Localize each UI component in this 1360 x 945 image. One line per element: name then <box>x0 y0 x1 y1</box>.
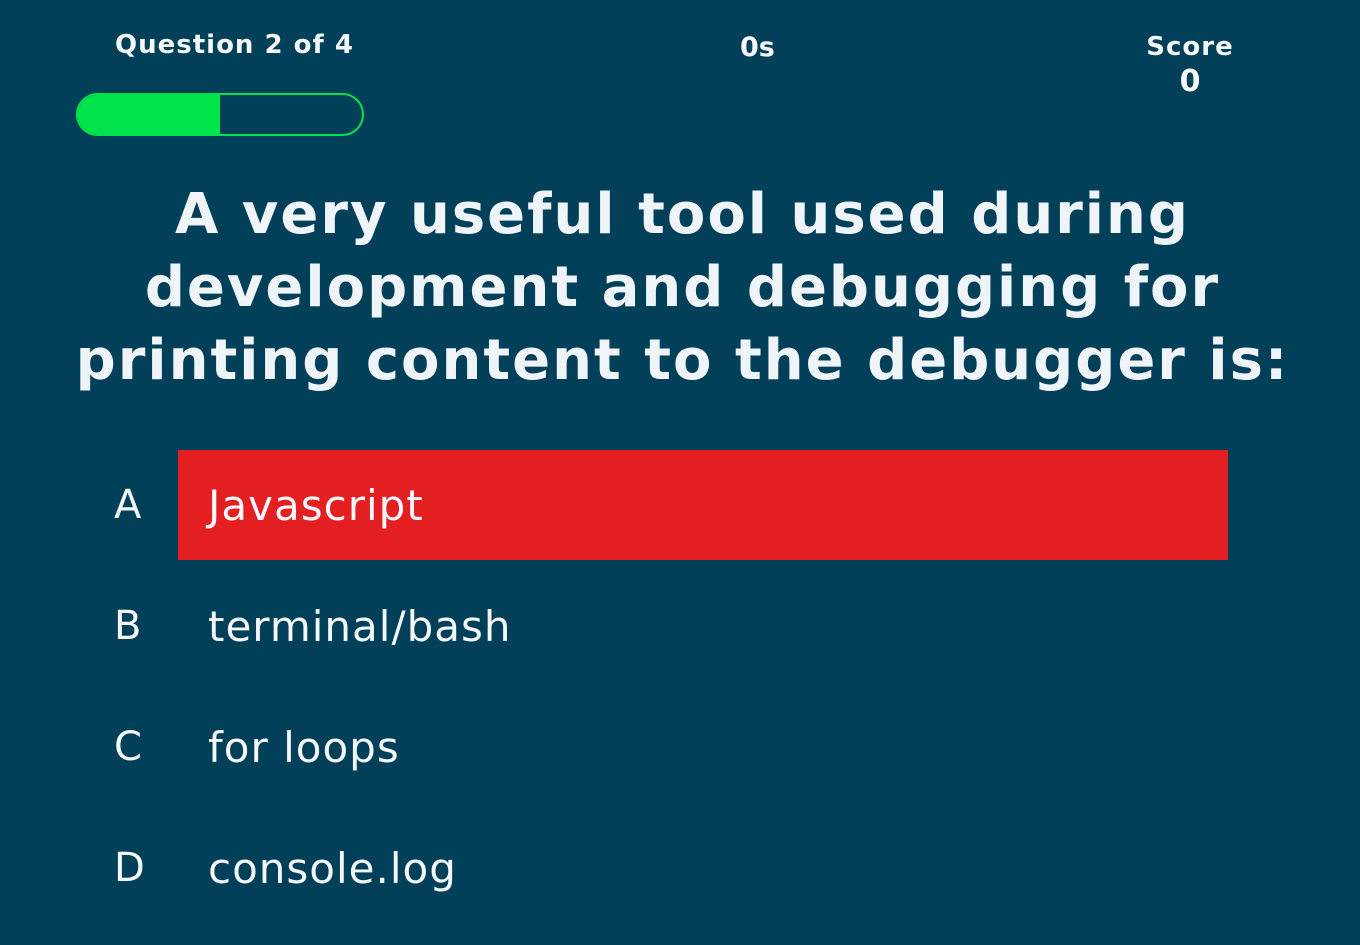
question-text: A very useful tool used during developme… <box>75 182 1290 393</box>
choice-a-container[interactable]: Javascript <box>178 450 1228 560</box>
choice-c-container[interactable]: for loops <box>178 692 1228 802</box>
choice-a-text: Javascript <box>208 480 424 530</box>
choice-c-letter: C <box>114 724 142 770</box>
choice-a[interactable]: A Javascript <box>100 450 1230 560</box>
score-value: 0 <box>1179 64 1201 99</box>
choice-d-container[interactable]: console.log <box>178 813 1228 923</box>
timer-display: 0s <box>740 32 775 63</box>
choice-d-text: console.log <box>208 843 457 893</box>
choice-c-text: for loops <box>208 722 400 772</box>
choice-b-container[interactable]: terminal/bash <box>178 571 1228 681</box>
choice-d-letter: D <box>114 845 145 891</box>
question-progress-text: Question 2 of 4 <box>115 30 354 60</box>
progress-bar-fill <box>78 95 220 134</box>
quiz-page: Question 2 of 4 0s Score 0 A very useful… <box>0 0 1360 945</box>
score-box: Score 0 <box>1140 30 1240 100</box>
choice-d[interactable]: D console.log <box>100 813 1230 923</box>
choice-b[interactable]: B terminal/bash <box>100 571 1230 681</box>
choice-a-letter: A <box>114 482 142 528</box>
choice-b-letter: B <box>114 603 142 649</box>
progress-bar <box>76 93 364 136</box>
choice-b-text: terminal/bash <box>208 601 512 651</box>
choice-c[interactable]: C for loops <box>100 692 1230 802</box>
score-label: Score <box>1146 32 1234 62</box>
